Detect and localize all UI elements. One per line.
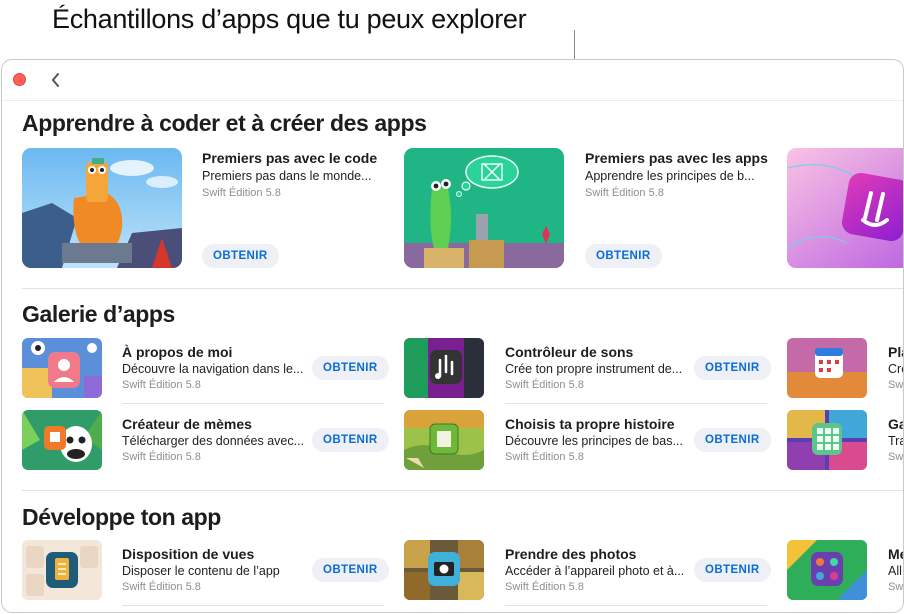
app-description: Télécharger des données avec... (122, 434, 305, 448)
app-edition-cropped: Swi (888, 451, 904, 463)
app-name[interactable]: Disposition de vues (122, 546, 254, 562)
app-description: Crée ton propre instrument de... (505, 362, 683, 376)
callout-label: Échantillons d’apps que tu peux explorer (52, 4, 527, 34)
app-name[interactable]: Contrôleur de sons (505, 344, 633, 360)
app-name[interactable]: Choisis ta propre histoire (505, 416, 675, 432)
title-bar (2, 60, 903, 101)
app-name-cropped[interactable]: Me (888, 546, 903, 562)
app-edition: Swift Édition 5.8 (505, 379, 584, 391)
app-description: Découvre la navigation dans le... (122, 362, 304, 376)
app-description-cropped: Cré (888, 362, 903, 376)
app-description: Disposer le contenu de l’app (122, 564, 280, 578)
get-button[interactable]: OBTENIR (694, 428, 771, 452)
app-name[interactable]: Prendre des photos (505, 546, 636, 562)
back-chevron-icon[interactable] (47, 70, 65, 90)
app-edition: Swift Édition 5.8 (122, 581, 201, 593)
get-button[interactable]: OBTENIR (312, 356, 389, 380)
thumb-view-layout[interactable] (22, 540, 102, 600)
thumb-getting-started-apps[interactable] (404, 148, 564, 268)
section-title-learn: Apprendre à coder et à créer des apps (22, 110, 427, 136)
get-button[interactable]: OBTENIR (312, 558, 389, 582)
row-divider (122, 605, 384, 606)
thumb-gallery-card-3[interactable] (787, 338, 867, 398)
thumb-learn-card-3[interactable] (787, 148, 903, 268)
app-window: Apprendre à coder et à créer des apps Pr… (1, 59, 904, 613)
row-divider (505, 403, 767, 404)
get-button[interactable]: OBTENIR (694, 356, 771, 380)
section-divider (22, 490, 903, 491)
thumb-sound-controller[interactable] (404, 338, 484, 398)
section-title-gallery: Galerie d’apps (22, 301, 175, 327)
app-edition-cropped: Swi (888, 379, 904, 391)
row-divider (122, 403, 384, 404)
thumb-develop-card-3[interactable] (787, 540, 867, 600)
thumb-meme-creator[interactable] (22, 410, 102, 470)
app-description: Apprendre les principes de b... (585, 169, 755, 183)
thumb-take-photos[interactable] (404, 540, 484, 600)
app-edition: Swift Édition 5.8 (505, 451, 584, 463)
app-description-cropped: All (888, 564, 902, 578)
app-edition: Swift Édition 5.8 (202, 187, 281, 199)
app-name[interactable]: Créateur de mèmes (122, 416, 252, 432)
app-name-cropped[interactable]: Ga (888, 416, 903, 432)
app-edition: Swift Édition 5.8 (505, 581, 584, 593)
thumb-about-me[interactable] (22, 338, 102, 398)
app-name[interactable]: Premiers pas avec le code (202, 150, 377, 166)
get-button[interactable]: OBTENIR (312, 428, 389, 452)
app-name[interactable]: Premiers pas avec les apps (585, 150, 768, 166)
app-edition: Swift Édition 5.8 (585, 187, 664, 199)
row-divider (505, 605, 767, 606)
app-description: Accéder à l’appareil photo et à... (505, 564, 685, 578)
app-description-cropped: Tra (888, 434, 903, 448)
app-description: Découvre les principes de bas... (505, 434, 683, 448)
app-edition: Swift Édition 5.8 (122, 379, 201, 391)
app-edition-cropped: Swi (888, 581, 904, 593)
section-divider (22, 288, 903, 289)
section-title-develop: Développe ton app (22, 504, 221, 530)
app-name[interactable]: À propos de moi (122, 344, 232, 360)
close-window-button[interactable] (13, 73, 26, 86)
thumb-gallery-card-6[interactable] (787, 410, 867, 470)
get-button[interactable]: OBTENIR (585, 244, 662, 268)
get-button[interactable]: OBTENIR (694, 558, 771, 582)
get-button[interactable]: OBTENIR (202, 244, 279, 268)
thumb-choose-your-story[interactable] (404, 410, 484, 470)
thumb-getting-started-code[interactable] (22, 148, 182, 268)
app-name-cropped[interactable]: Pla (888, 344, 903, 360)
app-edition: Swift Édition 5.8 (122, 451, 201, 463)
app-description: Premiers pas dans le monde... (202, 169, 372, 183)
